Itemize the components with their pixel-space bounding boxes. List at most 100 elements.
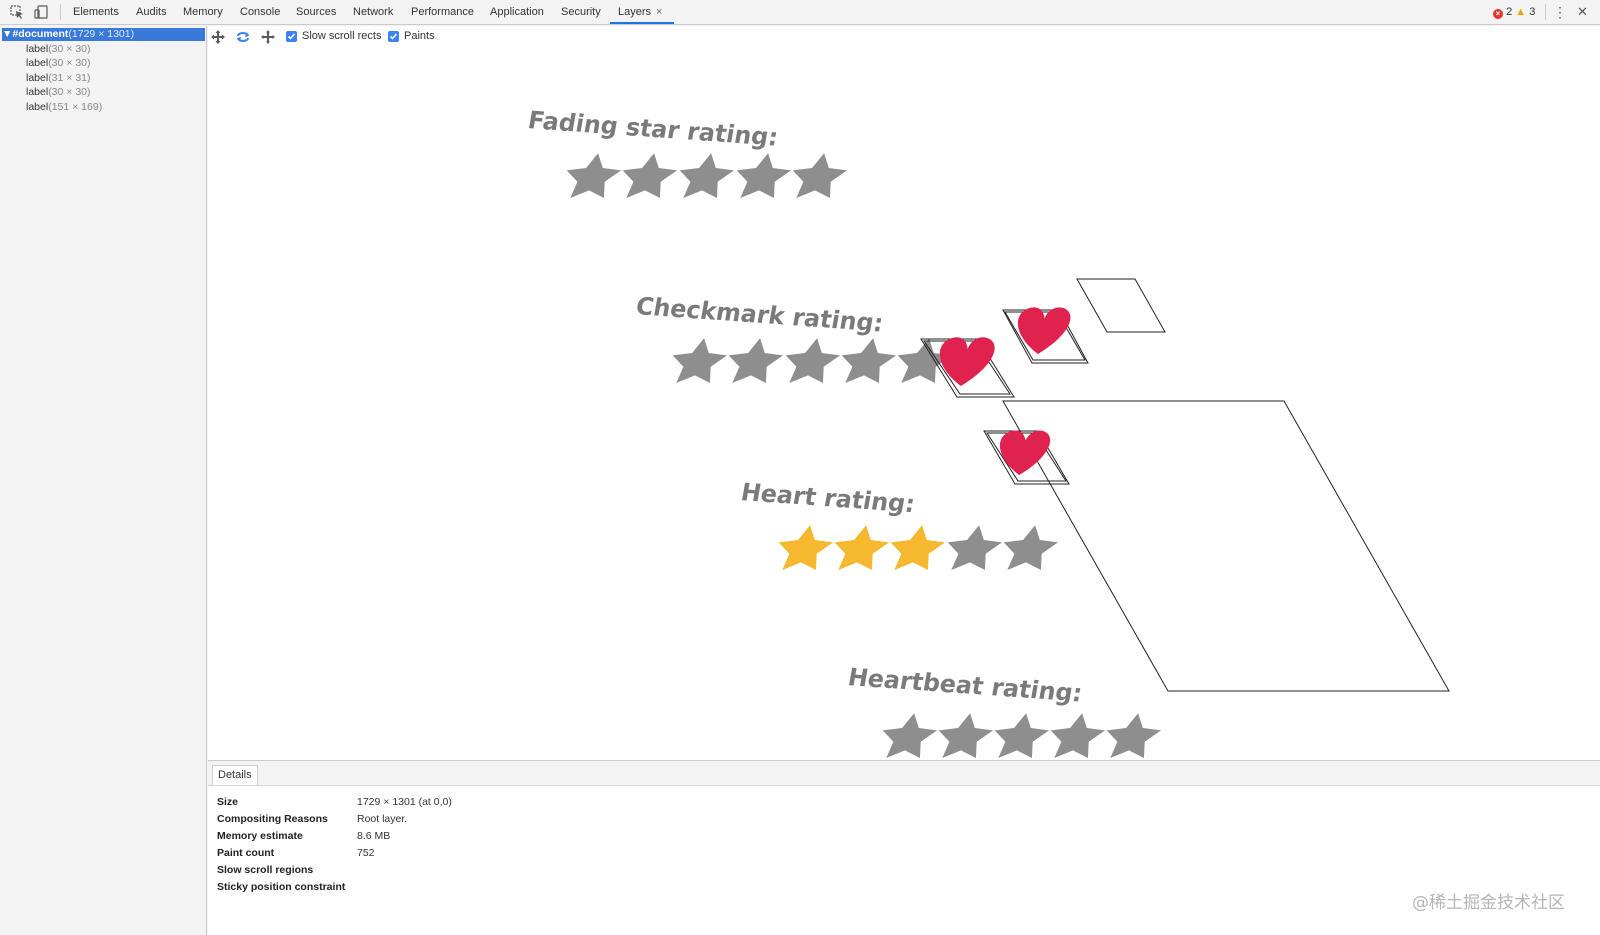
tab-memory[interactable]: Memory [183, 0, 223, 24]
slow-scroll-rects-checkbox[interactable] [286, 31, 297, 42]
warning-icon: ▲ [1515, 6, 1527, 18]
grey-star-icon [559, 153, 626, 198]
heart-heading: Heart rating: [739, 478, 917, 518]
tab-elements[interactable]: Elements [73, 0, 119, 24]
tab-close-icon[interactable]: × [656, 6, 662, 18]
viewport-toolbar: Slow scroll rects Paints [208, 26, 608, 48]
grey-star-icon [778, 338, 845, 383]
grey-star-icon [875, 713, 942, 758]
tab-details[interactable]: Details [212, 765, 258, 785]
devtools-toolbar: Elements Audits Memory Console Sources N… [0, 0, 1600, 25]
layers-3d-scene[interactable]: Fading star rating: Checkmark rating: He… [208, 26, 1600, 760]
detail-key: Paint count [217, 847, 275, 859]
fading-star-heading: Fading star rating: [526, 106, 781, 152]
tree-row-layer[interactable]: label(30 × 30) [2, 57, 205, 70]
tree-row-layer[interactable]: label(151 × 169) [2, 101, 205, 114]
paints-label[interactable]: Paints [404, 30, 435, 42]
tab-layers-label: Layers [618, 6, 652, 18]
layer-outline-large [1002, 400, 1450, 692]
tab-console[interactable]: Console [240, 0, 280, 24]
detail-key: Memory estimate [217, 830, 303, 842]
details-tabbar: Details [208, 761, 1600, 786]
layer-name: label [26, 86, 49, 98]
layer-name: #document [12, 28, 69, 40]
details-panel: Details Size 1729 × 1301 (at 0,0) Compos… [208, 760, 1600, 935]
checkmark-star-row [665, 338, 957, 383]
detail-key: Compositing Reasons [217, 813, 328, 825]
detail-value: 1729 × 1301 (at 0,0) [357, 796, 452, 808]
tab-layers[interactable]: Layers × [610, 0, 674, 24]
layers-tree-panel: ▼#document(1729 × 1301) label(30 × 30) l… [0, 26, 207, 935]
gold-star-icon [883, 525, 950, 570]
fading-star-heading-text: Fading star rating: [526, 106, 781, 152]
detail-key: Slow scroll regions [217, 864, 314, 876]
layer-size: (1729 × 1301) [68, 28, 135, 40]
tab-network[interactable]: Network [353, 0, 393, 24]
watermark: @稀土掘金技术社区 [1412, 893, 1565, 913]
grey-star-icon [996, 525, 1063, 570]
grey-star-icon [721, 338, 788, 383]
tab-performance[interactable]: Performance [411, 0, 474, 24]
error-icon: × [1493, 9, 1503, 19]
tab-audits[interactable]: Audits [136, 0, 167, 24]
gold-star-icon [771, 525, 838, 570]
tree-row-document[interactable]: ▼#document(1729 × 1301) [2, 28, 205, 41]
layer-size: (30 × 30) [48, 43, 91, 55]
tree-row-layer[interactable]: label(30 × 30) [2, 86, 205, 99]
heartbeat-star-row [875, 713, 1166, 758]
grey-star-icon [785, 153, 852, 198]
detail-key: Sticky position constraint [217, 881, 346, 893]
grey-star-icon [729, 153, 796, 198]
grey-star-icon [672, 153, 739, 198]
tree-row-layer[interactable]: label(31 × 31) [2, 72, 205, 85]
device-toggle-icon[interactable] [33, 4, 49, 20]
reset-transform-icon[interactable] [260, 29, 276, 45]
heart-star-row [771, 525, 1063, 570]
error-count: 2 [1506, 6, 1513, 18]
layer-outline-empty [1076, 278, 1166, 333]
inspect-icon[interactable] [9, 4, 25, 20]
checkmark-heading: Checkmark rating: [634, 292, 886, 337]
heartbeat-heading-text: Heartbeat rating: [846, 663, 1085, 707]
detail-value: 752 [357, 847, 375, 859]
pan-icon[interactable] [210, 29, 226, 45]
detail-value: 8.6 MB [357, 830, 391, 842]
rotate-icon[interactable] [235, 29, 251, 45]
tab-sources[interactable]: Sources [296, 0, 336, 24]
slow-scroll-rects-label[interactable]: Slow scroll rects [302, 30, 381, 42]
layer-name: label [26, 72, 49, 84]
tree-expand-arrow-icon[interactable]: ▼ [2, 28, 12, 40]
grey-star-icon [940, 525, 1007, 570]
layer-name: label [26, 43, 49, 55]
layer-size: (30 × 30) [48, 86, 91, 98]
layers-3d-viewport[interactable]: Fading star rating: Checkmark rating: He… [208, 26, 1600, 760]
checkmark-heading-text: Checkmark rating: [634, 292, 886, 337]
layer-name: label [26, 101, 49, 113]
toolbar-divider [60, 4, 61, 20]
gold-star-icon [827, 525, 894, 570]
layer-size: (31 × 31) [48, 72, 91, 84]
tab-application[interactable]: Application [490, 0, 544, 24]
warning-count: 3 [1529, 6, 1536, 18]
layer-size: (151 × 169) [48, 101, 103, 113]
grey-star-icon [931, 713, 998, 758]
grey-star-icon [987, 713, 1054, 758]
paints-checkbox[interactable] [388, 31, 399, 42]
error-warning-counter[interactable]: × 2 ▲ 3 [1493, 6, 1535, 19]
detail-key: Size [217, 796, 239, 808]
tree-row-layer[interactable]: label(30 × 30) [2, 43, 205, 56]
layer-size: (30 × 30) [48, 57, 91, 69]
heart-heading-text: Heart rating: [739, 478, 917, 518]
more-icon[interactable]: ⋮ [1553, 0, 1567, 24]
layer-outlines[interactable] [920, 278, 1450, 692]
grey-star-icon [1099, 713, 1166, 758]
layer-name: label [26, 57, 49, 69]
grey-star-icon [615, 153, 682, 198]
detail-value: Root layer. [357, 813, 408, 825]
grey-star-icon [834, 338, 901, 383]
heartbeat-heading: Heartbeat rating: [846, 663, 1085, 707]
heart-icon [1011, 307, 1073, 354]
close-icon[interactable]: ✕ [1577, 0, 1588, 24]
tab-security[interactable]: Security [561, 0, 601, 24]
grey-star-icon [665, 338, 732, 383]
